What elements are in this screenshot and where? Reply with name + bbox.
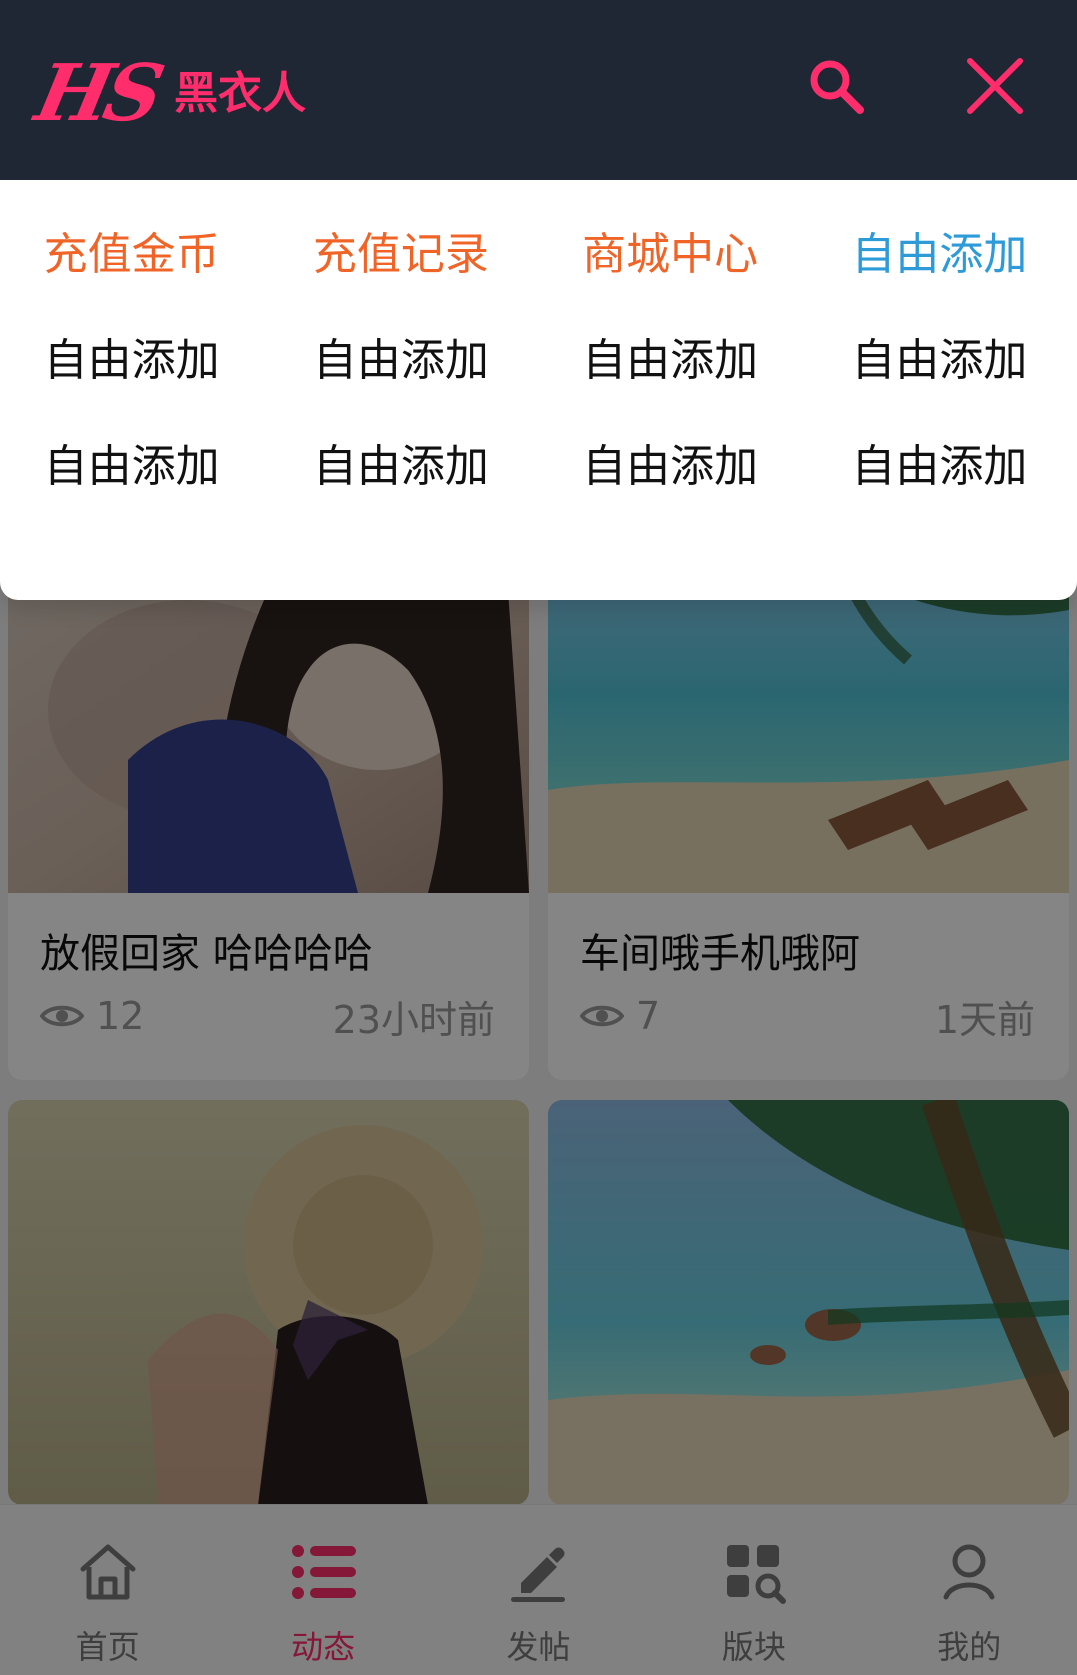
menu-item[interactable]: 自由添加 xyxy=(539,322,808,390)
brand-logo[interactable]: HS 黑衣人 xyxy=(28,48,307,139)
menu-grid: 充值金币 充值记录 商城中心 自由添加 自由添加 自由添加 自由添加 自由添加 … xyxy=(0,216,1077,496)
brand-text: 黑衣人 xyxy=(174,68,307,119)
app-header: HS 黑衣人 xyxy=(0,0,1077,180)
menu-item[interactable]: 自由添加 xyxy=(808,216,1077,284)
close-icon xyxy=(964,55,1026,121)
search-button[interactable] xyxy=(792,44,880,132)
brand-mark: HS xyxy=(28,48,166,139)
menu-item[interactable]: 充值记录 xyxy=(269,216,538,284)
menu-item[interactable]: 自由添加 xyxy=(0,428,269,496)
menu-item[interactable]: 自由添加 xyxy=(0,322,269,390)
menu-item[interactable]: 自由添加 xyxy=(808,322,1077,390)
menu-item[interactable]: 自由添加 xyxy=(269,428,538,496)
menu-item[interactable]: 充值金币 xyxy=(0,216,269,284)
menu-item[interactable]: 自由添加 xyxy=(269,322,538,390)
menu-item[interactable]: 商城中心 xyxy=(539,216,808,284)
close-menu-button[interactable] xyxy=(951,44,1039,132)
menu-item[interactable]: 自由添加 xyxy=(808,428,1077,496)
search-icon xyxy=(804,54,868,122)
menu-item[interactable]: 自由添加 xyxy=(539,428,808,496)
dropdown-menu: 充值金币 充值记录 商城中心 自由添加 自由添加 自由添加 自由添加 自由添加 … xyxy=(0,180,1077,600)
